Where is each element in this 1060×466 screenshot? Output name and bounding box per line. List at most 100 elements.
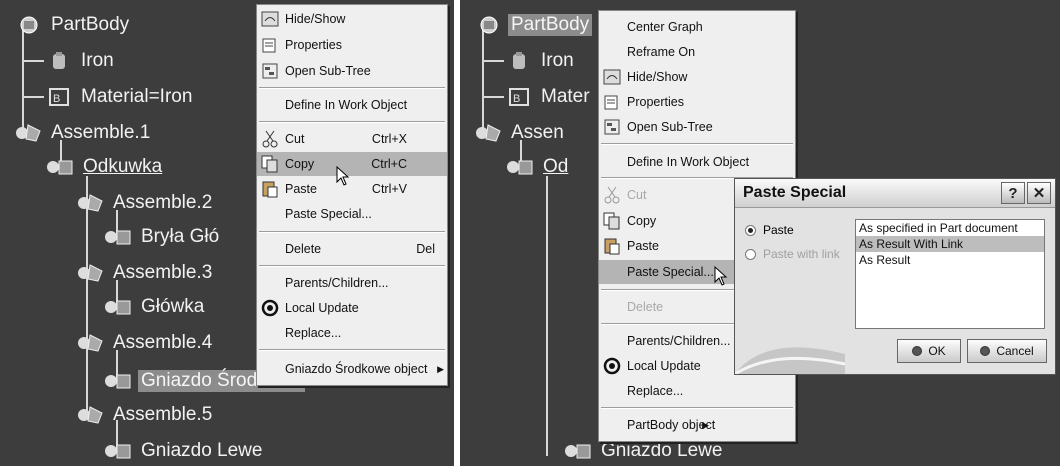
tree-item-label: Assemble.3 [113, 262, 213, 283]
copy-icon [603, 212, 620, 230]
submenu-arrow-icon: ▶ [437, 363, 444, 374]
menu-item-label: Delete [627, 300, 664, 314]
menu-item-cut[interactable]: Cut Ctrl+X [257, 127, 447, 151]
assemble-icon [78, 334, 103, 352]
cancel-button-label: Cancel [996, 344, 1034, 358]
tree-item-assemble-1[interactable]: Assen [474, 118, 567, 148]
tree-item-label: Assemble.1 [51, 122, 151, 143]
mouse-cursor-icon [714, 266, 728, 286]
scissors-icon [604, 186, 620, 204]
menu-item-label: Cut [627, 188, 647, 202]
hide-show-icon [261, 11, 279, 27]
update-icon [603, 357, 621, 375]
menu-item-label: Cut [285, 132, 305, 146]
tree-item-label: Bryła Głó [141, 226, 220, 247]
menu-item-define-in-work-object[interactable]: Define In Work Object [599, 150, 795, 174]
menu-item-delete[interactable]: Delete Del [257, 237, 447, 261]
ok-button[interactable]: OK [897, 339, 961, 363]
tree-item-odkuwka[interactable]: Od [506, 152, 571, 182]
tree-item-assemble-3[interactable]: Assemble.3 [76, 258, 215, 288]
body-icon [47, 160, 73, 175]
tree-item-material[interactable]: B Mater [504, 82, 593, 112]
assemble-icon [78, 264, 103, 282]
menu-item-local-update[interactable]: Local Update [257, 296, 447, 320]
list-item[interactable]: As Result [856, 252, 1044, 268]
menu-item-paste[interactable]: Paste Ctrl+V [257, 177, 447, 201]
left-spec-tree-panel: PartBody Iron B Material=Iron Assemble.1… [0, 0, 454, 466]
menu-item-reframe-on[interactable]: Reframe On [599, 40, 795, 64]
assemble-icon [78, 406, 103, 424]
menu-item-label: Open Sub-Tree [627, 120, 713, 134]
menu-item-hide-show[interactable]: Hide/Show [599, 65, 795, 89]
tree-item-label: PartBody [51, 14, 130, 35]
radio-label: Paste with link [763, 247, 840, 261]
menu-item-paste-special[interactable]: Paste Special... [257, 202, 447, 226]
menu-item-define-in-work-object[interactable]: Define In Work Object [257, 93, 447, 117]
subtree-icon [604, 119, 620, 135]
tree-item-label: Odkuwka [83, 156, 163, 177]
list-item[interactable]: As Result With Link [856, 236, 1044, 252]
menu-item-copy[interactable]: Copy Ctrl+C [257, 152, 447, 176]
parameter-icon: B [49, 88, 69, 106]
menu-item-label: Center Graph [627, 20, 703, 34]
menu-item-label: Hide/Show [627, 70, 688, 84]
menu-separator [259, 265, 445, 267]
menu-item-replace[interactable]: Replace... [257, 321, 447, 345]
tree-item-label: Główka [141, 296, 205, 317]
menu-item-label: Replace... [285, 326, 342, 340]
catia-swoosh-logo [735, 347, 845, 374]
menu-item-parents-children[interactable]: Parents/Children... [257, 271, 447, 295]
hide-show-icon [603, 69, 621, 85]
menu-item-properties[interactable]: Properties [257, 33, 447, 57]
tree-item-glowka[interactable]: Główka [104, 292, 207, 322]
menu-item-open-subtree[interactable]: Open Sub-Tree [257, 59, 447, 83]
dialog-title-bar[interactable]: Paste Special ? ✕ [735, 179, 1055, 208]
tree-item-label: Material=Iron [81, 86, 193, 107]
tree-item-odkuwka[interactable]: Odkuwka [46, 152, 165, 182]
menu-item-label: Paste Special... [285, 207, 372, 221]
list-item[interactable]: As specified in Part document [856, 220, 1044, 236]
menu-item-object-submenu[interactable]: PartBody object ▶ [599, 413, 795, 437]
body-icon [507, 160, 533, 175]
menu-item-replace[interactable]: Replace... [599, 379, 795, 403]
radio-paste-with-link[interactable]: Paste with link [745, 247, 840, 261]
menu-item-hide-show[interactable]: Hide/Show [257, 7, 447, 31]
tree-item-iron[interactable]: Iron [504, 46, 577, 76]
tree-item-assemble-5[interactable]: Assemble.5 [76, 400, 215, 430]
menu-item-label: Local Update [627, 359, 701, 373]
paste-format-list[interactable]: As specified in Part document As Result … [855, 219, 1045, 329]
radio-label: Paste [763, 223, 794, 237]
menu-item-label: Define In Work Object [627, 155, 750, 169]
menu-item-properties[interactable]: Properties [599, 90, 795, 114]
tree-item-bryla[interactable]: Bryła Głó [104, 222, 222, 252]
close-button[interactable]: ✕ [1027, 182, 1051, 204]
help-button[interactable]: ? [1001, 182, 1025, 204]
menu-item-shortcut: Ctrl+C [371, 157, 407, 171]
tree-line [482, 96, 504, 98]
tree-line [22, 60, 44, 62]
cancel-button[interactable]: Cancel [967, 339, 1047, 363]
tree-item-assemble-4[interactable]: Assemble.4 [76, 328, 215, 358]
dialog-title: Paste Special [743, 184, 847, 201]
tree-item-iron[interactable]: Iron [44, 46, 117, 76]
paste-icon [604, 238, 620, 255]
tree-item-partbody[interactable]: PartBody [14, 10, 132, 40]
submenu-arrow-icon: ▶ [702, 419, 709, 430]
menu-item-center-graph[interactable]: Center Graph [599, 15, 795, 39]
menu-separator [259, 121, 445, 123]
assemble-icon [78, 194, 103, 212]
tree-item-assemble-1[interactable]: Assemble.1 [14, 118, 153, 148]
menu-item-label: Properties [627, 95, 684, 109]
menu-item-object-submenu[interactable]: Gniazdo Środkowe object ▶ [257, 357, 447, 381]
menu-item-label: Reframe On [627, 45, 696, 59]
radio-paste[interactable]: Paste [745, 223, 794, 237]
tree-item-partbody[interactable]: PartBody [474, 10, 593, 40]
menu-item-label: Paste [285, 182, 317, 196]
properties-icon [604, 95, 618, 110]
menu-item-label: Gniazdo Środkowe object [285, 362, 428, 376]
tree-item-gniazdo-lewe[interactable]: Gniazdo Lewe [104, 436, 265, 466]
menu-item-open-subtree[interactable]: Open Sub-Tree [599, 115, 795, 139]
tree-item-label: PartBody [508, 14, 593, 36]
tree-item-assemble-2[interactable]: Assemble.2 [76, 188, 215, 218]
tree-item-material[interactable]: B Material=Iron [44, 82, 195, 112]
